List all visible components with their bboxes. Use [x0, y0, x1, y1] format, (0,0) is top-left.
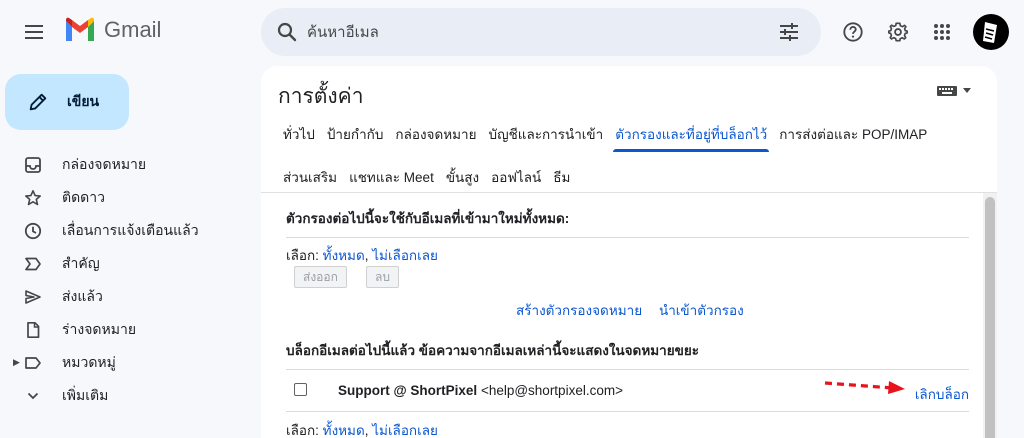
select-none-link[interactable]: ไม่เลือกเลย: [372, 248, 438, 263]
compose-label: เขียน: [67, 93, 100, 109]
gmail-wordmark: Gmail: [104, 17, 162, 42]
divider: [286, 237, 969, 238]
tab-forwarding-pop-imap[interactable]: การส่งต่อและ POP/IMAP: [773, 116, 933, 152]
blocked-entry-name: Support @ ShortPixel: [338, 383, 478, 398]
label-icon: [24, 354, 42, 372]
blocked-heading: บล็อกอีเมลต่อไปนี้แล้ว ข้อความจากอีเมลเห…: [286, 343, 700, 358]
tab-filters-blocked[interactable]: ตัวกรองและที่อยู่ที่บล็อกไว้: [609, 116, 773, 152]
settings-button[interactable]: [886, 20, 910, 44]
clock-icon: [24, 222, 42, 240]
tab-accounts-import[interactable]: บัญชีและการนำเข้า: [483, 116, 610, 152]
sidebar-item-inbox[interactable]: กล่องจดหมาย: [0, 148, 250, 181]
scrollbar-thumb[interactable]: [985, 197, 995, 438]
annotation-arrow-icon: [824, 381, 905, 394]
top-bar: Gmail: [0, 0, 1024, 64]
select-all-link[interactable]: ทั้งหมด: [323, 423, 365, 438]
select-all-link[interactable]: ทั้งหมด: [323, 248, 365, 263]
account-avatar[interactable]: [973, 14, 1009, 50]
pencil-icon: [29, 93, 47, 111]
star-icon: [24, 189, 42, 207]
gmail-m-icon: [66, 17, 94, 41]
blocked-entry-email: <help@shortpixel.com>: [477, 383, 623, 398]
tab-inbox[interactable]: กล่องจดหมาย: [389, 116, 482, 152]
settings-tabs-row-1: ทั่วไป ป้ายกำกับ กล่องจดหมาย บัญชีและการ…: [277, 116, 933, 152]
sidebar-item-label: ส่งแล้ว: [62, 287, 103, 304]
gmail-logo[interactable]: Gmail: [64, 17, 161, 43]
divider: [286, 369, 969, 370]
sidebar-item-more[interactable]: เพิ่มเติม: [0, 379, 250, 412]
inbox-icon: [24, 156, 42, 174]
file-icon: [24, 321, 42, 339]
sidebar-item-label: เพิ่มเติม: [62, 386, 109, 403]
import-filters-link[interactable]: นำเข้าตัวกรอง: [659, 299, 744, 321]
tab-themes[interactable]: ธีม: [547, 159, 576, 195]
divider: [286, 411, 969, 412]
apps-button[interactable]: [930, 20, 954, 44]
caret-down-icon: [963, 88, 971, 93]
sidebar-item-label: ร่างจดหมาย: [62, 320, 137, 337]
blocked-entry: Support @ ShortPixel <help@shortpixel.co…: [338, 383, 623, 398]
sidebar-item-label: ติดดาว: [62, 188, 105, 205]
chevron-down-icon: [24, 387, 42, 405]
keyboard-icon: [937, 86, 957, 96]
help-icon: [843, 22, 863, 42]
settings-tabs-row-2: ส่วนเสริม แชทและ Meet ขั้นสูง ออฟไลน์ ธี…: [277, 159, 576, 195]
sidebar-nav: กล่องจดหมาย ติดดาว เลื่อนการแจ้งเตือนแล้…: [0, 148, 250, 412]
sidebar-item-drafts[interactable]: ร่างจดหมาย: [0, 313, 250, 346]
filters-select-row: เลือก: ทั้งหมด, ไม่เลือกเลย: [286, 244, 438, 266]
tab-advanced[interactable]: ขั้นสูง: [440, 159, 485, 195]
compose-button[interactable]: เขียน: [5, 74, 129, 130]
tab-labels[interactable]: ป้ายกำกับ: [321, 116, 390, 152]
select-label: เลือก:: [286, 248, 323, 263]
search-options-icon[interactable]: [777, 20, 801, 44]
sidebar-item-sent[interactable]: ส่งแล้ว: [0, 280, 250, 313]
blocked-entry-checkbox[interactable]: [294, 383, 307, 396]
select-none-link[interactable]: ไม่เลือกเลย: [372, 423, 438, 438]
search-bar[interactable]: [261, 8, 821, 56]
page-title: การตั้งค่า: [278, 85, 364, 108]
sidebar-item-label: กล่องจดหมาย: [62, 155, 147, 172]
unblock-link[interactable]: เลิกบล็อก: [915, 383, 969, 405]
filters-content: ตัวกรองต่อไปนี้จะใช้กับอีเมลที่เข้ามาใหม…: [261, 193, 983, 438]
settings-panel: การตั้งค่า ทั่วไป ป้ายกำกับ กล่องจดหมาย …: [261, 66, 997, 438]
tab-chat-meet[interactable]: แชทและ Meet: [343, 159, 440, 195]
filters-heading: ตัวกรองต่อไปนี้จะใช้กับอีเมลที่เข้ามาใหม…: [286, 211, 570, 226]
sidebar-item-label: สำคัญ: [62, 254, 100, 271]
sidebar-item-snoozed[interactable]: เลื่อนการแจ้งเตือนแล้ว: [0, 214, 250, 247]
blocked-select-row: เลือก: ทั้งหมด, ไม่เลือกเลย: [286, 419, 438, 438]
tab-general[interactable]: ทั่วไป: [277, 116, 321, 152]
scrollbar[interactable]: [983, 193, 997, 438]
sidebar-item-starred[interactable]: ติดดาว: [0, 181, 250, 214]
label-important-icon: [24, 255, 42, 273]
export-button[interactable]: ส่งออก: [294, 266, 347, 288]
tab-offline[interactable]: ออฟไลน์: [485, 159, 547, 195]
create-filter-link[interactable]: สร้างตัวกรองจดหมาย: [516, 299, 642, 321]
delete-button[interactable]: ลบ: [366, 266, 399, 288]
sidebar-item-label: เลื่อนการแจ้งเตือนแล้ว: [62, 221, 199, 238]
input-tools-button[interactable]: [936, 84, 971, 98]
expand-caret-icon[interactable]: ▶: [13, 357, 20, 368]
send-icon: [24, 288, 42, 306]
sidebar-item-categories[interactable]: ▶ หมวดหมู่: [0, 346, 250, 379]
apps-grid-icon: [934, 24, 950, 40]
tab-add-ons[interactable]: ส่วนเสริม: [277, 159, 343, 195]
search-input[interactable]: [307, 20, 757, 44]
main-menu-button[interactable]: [20, 18, 48, 46]
sidebar-item-important[interactable]: สำคัญ: [0, 247, 250, 280]
help-button[interactable]: [841, 20, 865, 44]
sidebar-item-label: หมวดหมู่: [62, 353, 116, 370]
hamburger-menu-icon: [25, 25, 43, 39]
account-avatar-icon: [983, 22, 997, 43]
search-icon[interactable]: [275, 20, 299, 44]
select-label: เลือก:: [286, 423, 323, 438]
gear-icon: [888, 22, 908, 42]
